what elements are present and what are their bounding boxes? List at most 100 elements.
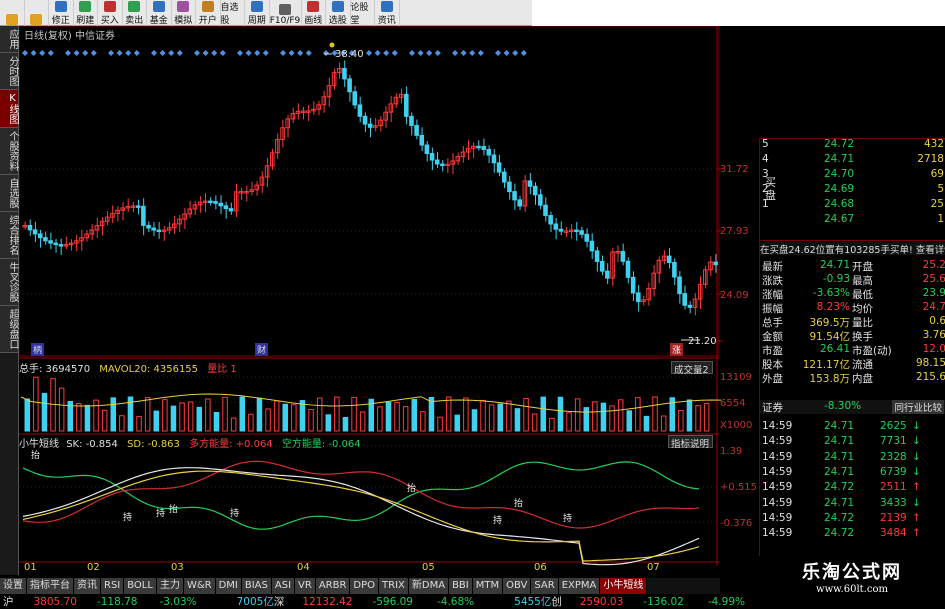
toolbar-button-10[interactable]: 周期 — [245, 0, 270, 26]
signal-diamond — [30, 50, 37, 56]
left-tab-4[interactable]: 自选股 — [0, 175, 18, 212]
month-label: 02 — [87, 562, 100, 573]
toolbar-button-6[interactable]: 基金 — [147, 0, 172, 26]
kline-chart[interactable]: 抬持持抬持抬持抬持 — [19, 26, 759, 575]
volume-bar — [411, 398, 417, 432]
candle-body — [32, 229, 38, 235]
candle-body — [501, 171, 507, 183]
indicator-tab-9[interactable]: ASI — [271, 578, 296, 594]
indicator-signal: 持 — [156, 507, 165, 519]
indicator-tab-0[interactable]: 设置 — [0, 578, 27, 594]
quote-value: 23.9 — [922, 287, 945, 299]
event-marker[interactable]: 柄 — [31, 343, 45, 356]
candle-body — [409, 115, 414, 126]
order-notice[interactable]: 在买盘24.62位置有103285手买单! 查看详情 — [760, 242, 945, 255]
toolbar-button-0[interactable] — [0, 0, 25, 26]
left-tab-1[interactable]: 分时图 — [0, 53, 18, 90]
indicator-tab-1[interactable]: 指标平台 — [27, 578, 74, 594]
toolbar-button-5[interactable]: 卖出 — [123, 0, 147, 26]
toolbar-button-14[interactable]: 论股堂 — [351, 0, 375, 26]
left-tab-7[interactable]: 超级盘口 — [0, 306, 18, 353]
candle-body — [543, 204, 548, 217]
order-volume: 2718 — [917, 153, 944, 165]
status-index-change: -118.78 — [96, 595, 138, 608]
indicator-tab-14[interactable]: 新DMA — [408, 578, 450, 594]
toolbar-button-4[interactable]: 买入 — [98, 0, 123, 26]
signal-diamond — [65, 50, 71, 56]
indicator-signal: 抬 — [407, 482, 416, 494]
toolbar-button-label: 画线 — [304, 16, 323, 26]
candle-body — [677, 276, 682, 295]
indicator-tab-19[interactable]: EXPMA — [558, 578, 601, 594]
volume-indicator-dropdown[interactable]: 成交量2 — [671, 361, 713, 376]
indicator-tab-15[interactable]: BBI — [449, 578, 473, 594]
left-tab-3[interactable]: 个股资料 — [0, 128, 18, 175]
toolbar-button-7[interactable]: 模拟 — [172, 0, 196, 26]
volume-bar — [24, 398, 30, 432]
left-tab-6[interactable]: 牛叉诊股 — [0, 259, 18, 306]
back-icon — [5, 14, 18, 25]
candle-body — [687, 304, 693, 308]
volume-bar — [592, 401, 598, 432]
quote-value: 98.15 — [915, 357, 945, 369]
status-bar: 沪 3805.70 -118.78 -3.03% 7005亿 深 12132.4… — [0, 594, 945, 609]
left-tab-5[interactable]: 综合排名 — [0, 212, 18, 259]
indicator-tab-5[interactable]: 主力 — [156, 578, 184, 594]
toolbar-button-15[interactable]: 资讯 — [375, 0, 400, 26]
price-tick: 31.72 — [720, 164, 749, 175]
event-marker[interactable]: 涨 — [670, 343, 684, 356]
candle-body — [213, 201, 218, 204]
left-tab-2[interactable]: K线图 — [0, 90, 18, 128]
sector-change: -8.30% — [824, 400, 862, 412]
order-volume: 1 — [937, 213, 944, 225]
quote-key: 最高 — [852, 275, 873, 287]
toolbar-button-label: 修正 — [51, 16, 70, 26]
indicator-tab-10[interactable]: VR — [295, 578, 316, 594]
candle-body — [58, 244, 64, 247]
volume-bar — [213, 412, 220, 432]
signal-diamond — [460, 50, 467, 56]
indicator-tab-3[interactable]: RSI — [101, 578, 125, 594]
toolbar-button-12[interactable]: 画线 — [302, 0, 326, 26]
quote-key: 金额 — [762, 331, 783, 343]
indicator-tab-17[interactable]: OBV — [503, 578, 532, 594]
quote-row: 市盈 26.41 市盈(动) 12.0 — [760, 343, 945, 357]
toolbar-button-11[interactable]: F10/F9 — [270, 0, 302, 26]
toolbar-button-9[interactable]: 自选股 — [221, 0, 245, 26]
indicator-tab-4[interactable]: BOLL — [124, 578, 157, 594]
toolbar-button-8[interactable]: 开户 — [196, 0, 221, 26]
signal-diamond — [366, 50, 372, 56]
indicator-tab-8[interactable]: BIAS — [241, 578, 272, 594]
volume-bar — [377, 406, 383, 432]
price-tick: 24.09 — [720, 290, 749, 301]
quote-value: 153.8万 — [809, 373, 850, 385]
chart-title: 日线(复权) 中信证券 — [24, 31, 115, 42]
indicator-tab-11[interactable]: ARBR — [315, 578, 351, 594]
volume-bar — [497, 403, 503, 432]
indicator-tab-6[interactable]: W&R — [183, 578, 216, 594]
status-index-name: 深 — [273, 596, 285, 608]
indicator-tab-2[interactable]: 资讯 — [74, 578, 101, 594]
volume-bar — [454, 414, 460, 432]
candle-body — [404, 93, 409, 117]
candle-body — [53, 242, 59, 246]
indicator-explain-button[interactable]: 指标说明 — [668, 435, 713, 450]
order-volume: 69 — [930, 168, 944, 180]
indicator-tab-16[interactable]: MTM — [472, 578, 504, 594]
indicator-tab-18[interactable]: SAR — [531, 578, 559, 594]
toolbar-button-1[interactable] — [25, 0, 49, 26]
toolbar-button-3[interactable]: 刷建 — [74, 0, 98, 26]
tick-volume: 6739 — [880, 465, 907, 478]
left-tab-0[interactable]: 应用 — [0, 26, 18, 53]
indicator-tab-12[interactable]: DPO — [350, 578, 380, 594]
volume-bar — [471, 409, 478, 432]
quote-key: 市盈(动) — [852, 345, 892, 357]
candle-body — [548, 215, 553, 225]
event-marker[interactable]: 财 — [255, 343, 269, 356]
toolbar-button-13[interactable]: 选股 — [326, 0, 351, 26]
toolbar-button-2[interactable]: 修正 — [49, 0, 74, 26]
indicator-tab-13[interactable]: TRIX — [379, 578, 409, 594]
industry-compare-button[interactable]: 同行业比较 — [892, 400, 944, 414]
indicator-tab-7[interactable]: DMI — [215, 578, 242, 594]
indicator-tab-20[interactable]: 小牛短线 — [600, 578, 648, 594]
